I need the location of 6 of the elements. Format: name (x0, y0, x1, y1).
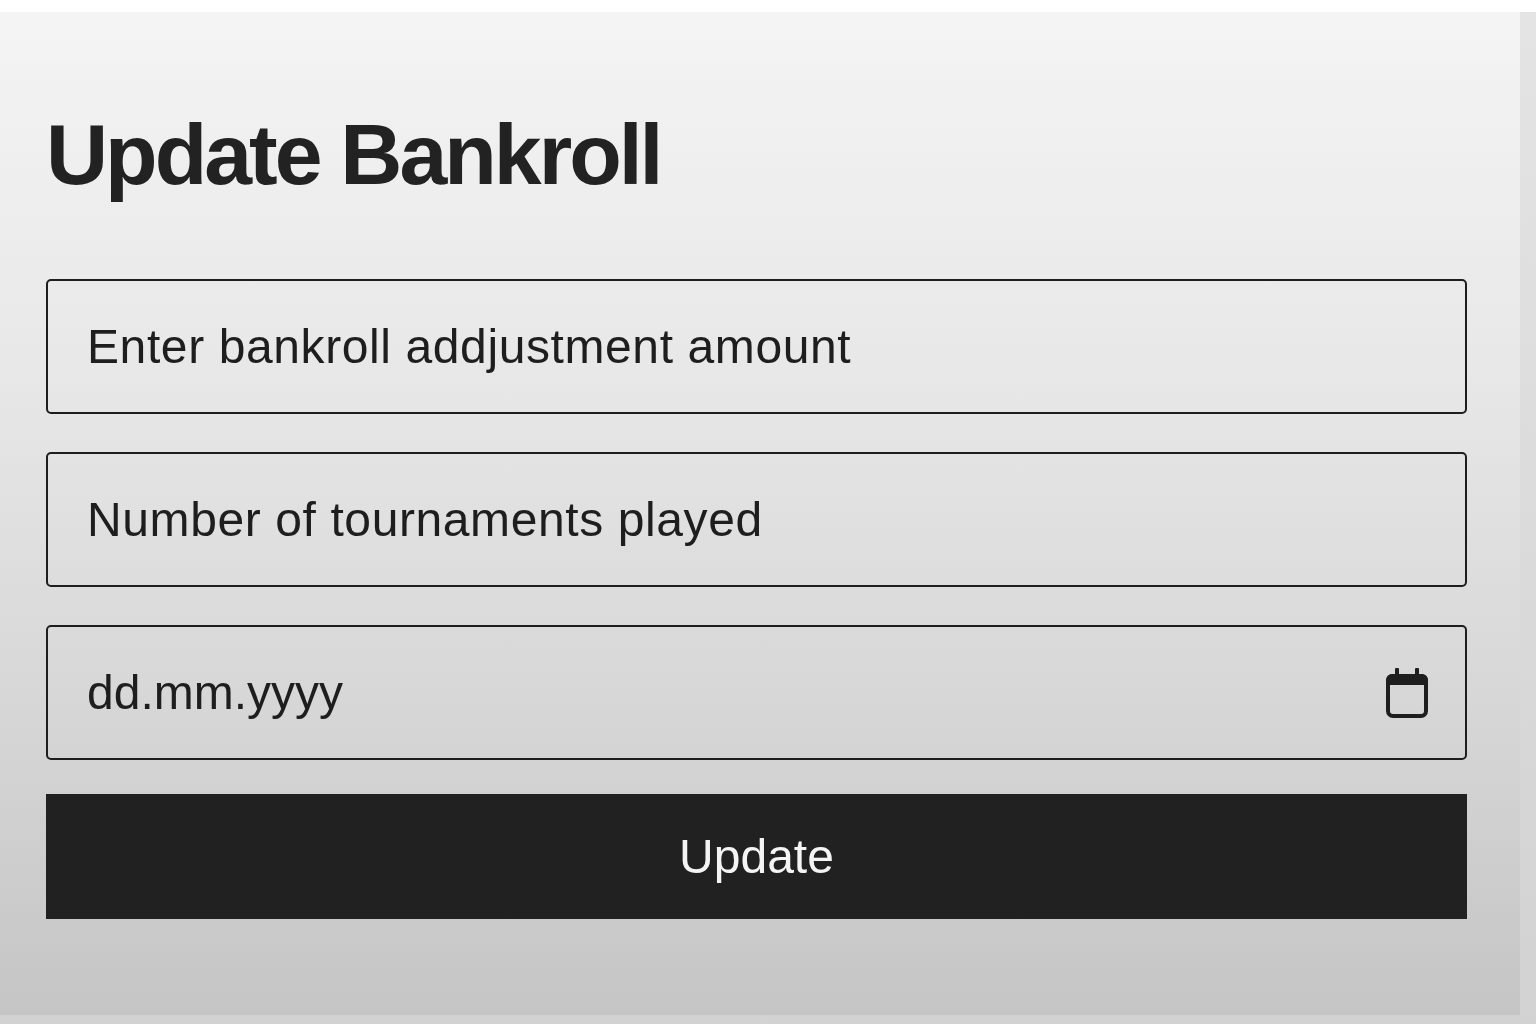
input-field[interactable]: Enter bankroll addjustment amount (46, 279, 1467, 415)
update-button[interactable]: Update (46, 794, 1467, 920)
form-title: Update Bankroll (46, 105, 662, 204)
date-field[interactable]: dd.mm.yyyy (46, 625, 1467, 761)
input-field[interactable]: Number of tournaments played (46, 452, 1467, 588)
calendar-icon[interactable] (1384, 668, 1430, 719)
